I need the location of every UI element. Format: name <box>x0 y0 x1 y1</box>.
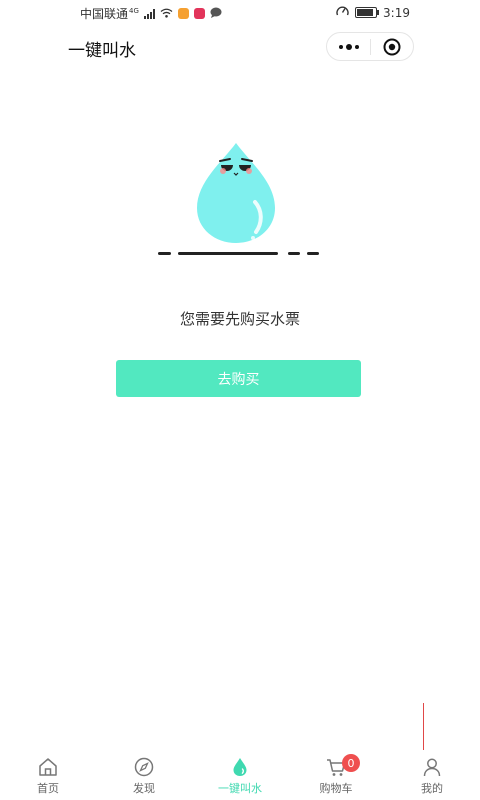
tab-profile[interactable]: 我的 <box>384 750 480 800</box>
cart-count-badge: 0 <box>342 754 360 772</box>
tab-cart-label: 购物车 <box>319 782 353 795</box>
close-mini-program-button[interactable] <box>371 33 413 60</box>
status-right: 3:19 <box>336 5 410 20</box>
chat-bubble-icon <box>210 7 222 21</box>
compass-icon <box>134 757 154 777</box>
more-menu-button[interactable] <box>327 33 370 60</box>
tab-profile-label: 我的 <box>421 782 443 795</box>
app-notification-icon-2 <box>193 8 205 19</box>
page-title: 一键叫水 <box>68 41 136 61</box>
tab-home-label: 首页 <box>37 782 59 795</box>
tab-cart[interactable]: 0 购物车 <box>288 750 384 800</box>
status-left: 中国联通 4G <box>80 5 222 22</box>
water-drop-icon <box>233 758 247 776</box>
tab-discover-label: 发现 <box>133 782 155 795</box>
signal-icon <box>143 8 155 19</box>
tab-home[interactable]: 首页 <box>0 750 96 800</box>
speedometer-icon <box>336 5 349 20</box>
empty-state-illustration <box>150 140 330 265</box>
water-drop-icon <box>158 143 319 255</box>
battery-icon <box>355 7 380 18</box>
tab-call-water[interactable]: 一键叫水 <box>192 750 288 800</box>
home-icon <box>39 758 57 776</box>
carrier-label: 中国联通 <box>80 7 129 21</box>
mini-program-capsule <box>326 32 414 61</box>
buy-water-ticket-button[interactable]: 去购买 <box>116 360 361 397</box>
app-notification-icon <box>177 8 189 19</box>
navbar: 一键叫水 <box>0 26 480 68</box>
target-icon <box>383 38 401 55</box>
empty-state-message: 您需要先购买水票 <box>179 310 300 328</box>
tab-bar: 首页 发现 一键叫水 0 购物车 我的 <box>0 750 480 800</box>
tab-discover[interactable]: 发现 <box>96 750 192 800</box>
wifi-icon <box>160 7 173 21</box>
scroll-indicator <box>423 703 424 750</box>
tab-call-water-label: 一键叫水 <box>218 782 262 795</box>
user-icon <box>423 758 441 777</box>
status-bar: 中国联通 4G 3:19 <box>0 0 480 26</box>
network-type: 4G <box>129 6 139 15</box>
status-time: 3:19 <box>383 5 410 20</box>
